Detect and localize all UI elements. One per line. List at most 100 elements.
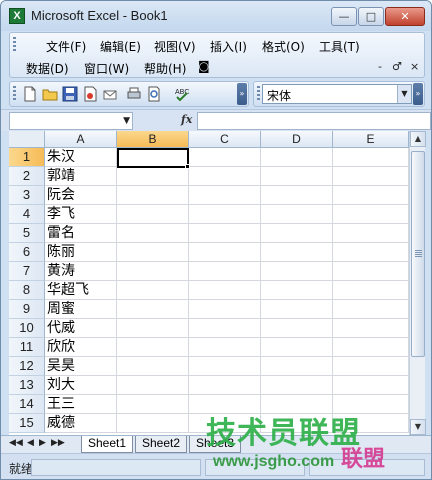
cell-d8[interactable] (261, 281, 333, 300)
cell-c4[interactable] (189, 205, 261, 224)
menu-view[interactable]: 视图(V) (154, 38, 196, 55)
cell-c7[interactable] (189, 262, 261, 281)
cell-d7[interactable] (261, 262, 333, 281)
scrollbar-thumb[interactable] (411, 151, 425, 357)
column-header-b[interactable]: B (117, 131, 189, 148)
cell-d13[interactable] (261, 376, 333, 395)
menu-data[interactable]: 数据(D) (26, 60, 69, 77)
cell-a12[interactable]: 吴昊 (45, 357, 117, 376)
toolbar-options-chevron[interactable]: » (237, 83, 247, 105)
first-sheet-icon[interactable]: ◀◀ (9, 438, 23, 448)
cell-e12[interactable] (333, 357, 409, 376)
cell-b12[interactable] (117, 357, 189, 376)
cell-a11[interactable]: 欣欣 (45, 338, 117, 357)
new-icon[interactable] (22, 86, 38, 102)
row-header[interactable]: 1 (9, 148, 45, 167)
cell-b10[interactable] (117, 319, 189, 338)
title-bar[interactable]: X Microsoft Excel - Book1 — □ ✕ (1, 1, 431, 31)
font-name-select[interactable]: 宋体 ▼ (262, 84, 412, 104)
fill-handle[interactable] (185, 164, 190, 169)
maximize-button[interactable]: □ (358, 7, 384, 26)
cell-a6[interactable]: 陈丽 (45, 243, 117, 262)
print-preview-icon[interactable] (146, 86, 162, 102)
spelling-icon[interactable]: ABC (174, 86, 190, 102)
column-header-a[interactable]: A (45, 131, 117, 148)
scroll-down-icon[interactable]: ▼ (410, 419, 426, 435)
cell-e2[interactable] (333, 167, 409, 186)
cell-a5[interactable]: 雷名 (45, 224, 117, 243)
select-all-corner[interactable] (9, 131, 45, 148)
cell-c12[interactable] (189, 357, 261, 376)
row-header[interactable]: 2 (9, 167, 45, 186)
email-icon[interactable] (102, 86, 118, 102)
cell-e4[interactable] (333, 205, 409, 224)
cell-a13[interactable]: 刘大 (45, 376, 117, 395)
cell-d3[interactable] (261, 186, 333, 205)
cell-e8[interactable] (333, 281, 409, 300)
row-header[interactable]: 5 (9, 224, 45, 243)
cell-a9[interactable]: 周蜜 (45, 300, 117, 319)
cell-e10[interactable] (333, 319, 409, 338)
row-header[interactable]: 11 (9, 338, 45, 357)
menu-edit[interactable]: 编辑(E) (100, 38, 141, 55)
cell-d10[interactable] (261, 319, 333, 338)
cell-a7[interactable]: 黄涛 (45, 262, 117, 281)
cell-d9[interactable] (261, 300, 333, 319)
print-icon[interactable] (126, 86, 142, 102)
insert-function-icon[interactable]: fx (181, 113, 192, 126)
cell-b7[interactable] (117, 262, 189, 281)
worksheet-grid[interactable]: A B C D E 1 朱汉 2 郭靖 3 阮会 4 李飞 5 雷名 6 陈丽 7 黄涛 8 华超飞 9 周蜜 10… (9, 131, 409, 435)
font-dropdown-arrow-icon[interactable]: ▼ (397, 85, 411, 103)
row-header[interactable]: 10 (9, 319, 45, 338)
doc-close-button[interactable]: × (410, 60, 419, 73)
menu-window[interactable]: 窗口(W) (84, 60, 129, 77)
row-header[interactable]: 9 (9, 300, 45, 319)
cell-b9[interactable] (117, 300, 189, 319)
permission-icon[interactable] (82, 86, 98, 102)
cell-b5[interactable] (117, 224, 189, 243)
open-icon[interactable] (42, 86, 58, 102)
formula-input[interactable] (197, 112, 431, 130)
minimize-button[interactable]: — (331, 7, 357, 26)
column-header-c[interactable]: C (189, 131, 261, 148)
cell-b2[interactable] (117, 167, 189, 186)
cell-e7[interactable] (333, 262, 409, 281)
cell-a3[interactable]: 阮会 (45, 186, 117, 205)
doc-restore-button[interactable]: ♂ (392, 60, 402, 73)
cell-a4[interactable]: 李飞 (45, 205, 117, 224)
cell-d12[interactable] (261, 357, 333, 376)
cell-e6[interactable] (333, 243, 409, 262)
cell-b4[interactable] (117, 205, 189, 224)
column-header-e[interactable]: E (333, 131, 409, 148)
row-header[interactable]: 13 (9, 376, 45, 395)
menu-insert[interactable]: 插入(I) (210, 38, 247, 55)
toolbar-grip-handle[interactable] (13, 86, 16, 102)
cell-a15[interactable]: 威德 (45, 414, 117, 433)
row-header[interactable]: 7 (9, 262, 45, 281)
cell-d1[interactable] (261, 148, 333, 167)
cell-c3[interactable] (189, 186, 261, 205)
row-header[interactable]: 6 (9, 243, 45, 262)
doc-minimize-button[interactable]: - (378, 60, 382, 73)
row-header[interactable]: 4 (9, 205, 45, 224)
help-search-icon[interactable]: ◙ (198, 59, 210, 73)
name-box-dropdown-icon[interactable]: ▼ (123, 113, 130, 130)
cell-d11[interactable] (261, 338, 333, 357)
cell-a14[interactable]: 王三 (45, 395, 117, 414)
scroll-up-icon[interactable]: ▲ (410, 131, 426, 147)
cell-a10[interactable]: 代威 (45, 319, 117, 338)
column-header-d[interactable]: D (261, 131, 333, 148)
row-header[interactable]: 8 (9, 281, 45, 300)
cell-b11[interactable] (117, 338, 189, 357)
tab-sheet1[interactable]: Sheet1 (81, 436, 133, 453)
cell-e5[interactable] (333, 224, 409, 243)
menu-tools[interactable]: 工具(T) (319, 38, 360, 55)
menu-format[interactable]: 格式(O) (262, 38, 305, 55)
cell-c2[interactable] (189, 167, 261, 186)
row-header[interactable]: 12 (9, 357, 45, 376)
cell-c8[interactable] (189, 281, 261, 300)
cell-e13[interactable] (333, 376, 409, 395)
tab-sheet2[interactable]: Sheet2 (135, 436, 187, 453)
name-box[interactable]: ▼ (9, 112, 133, 130)
prev-sheet-icon[interactable]: ◀ (27, 438, 34, 448)
